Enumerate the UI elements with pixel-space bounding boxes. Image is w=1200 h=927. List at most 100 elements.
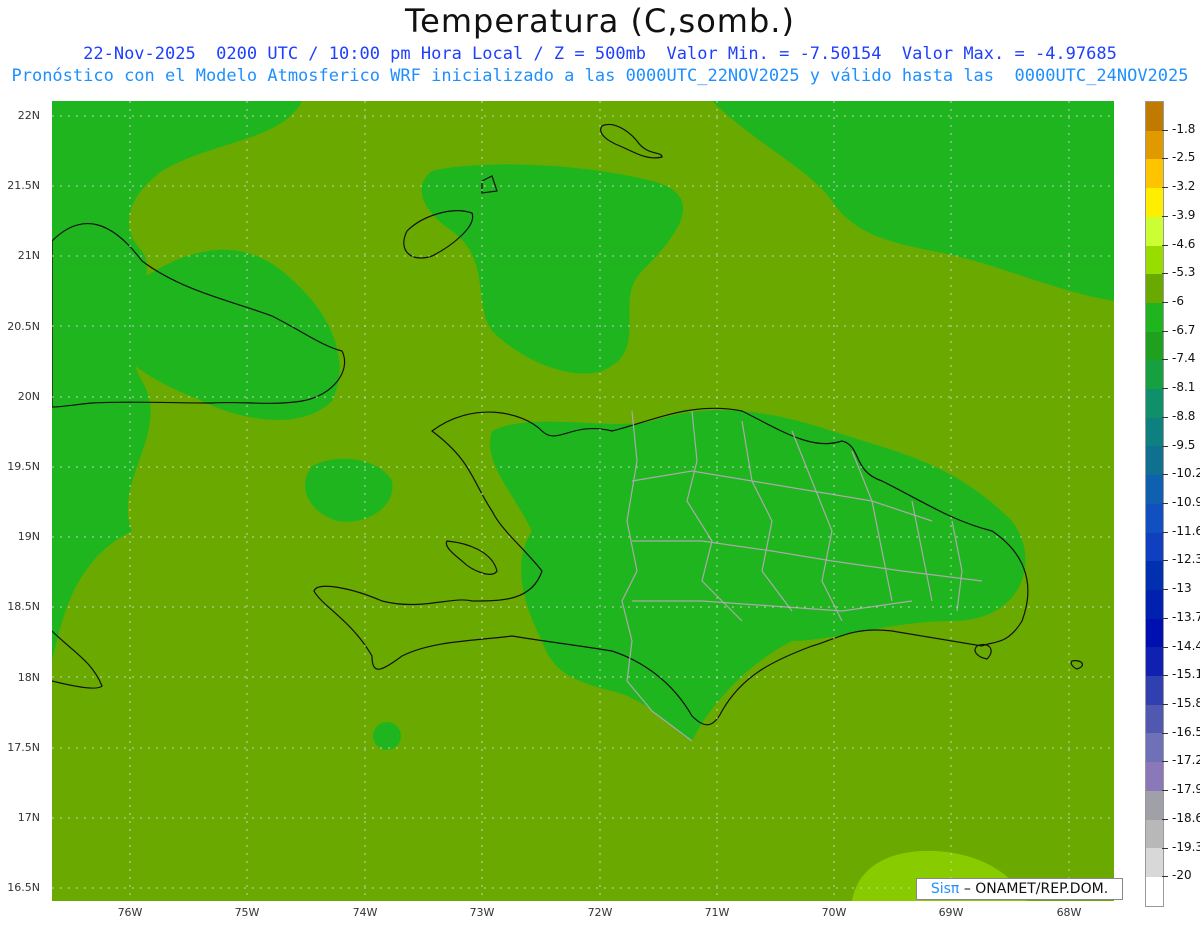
lat-label: 21.5N xyxy=(7,179,40,192)
colorbar-swatch xyxy=(1146,188,1163,217)
credit-box: Sisπ – ONAMET/REP.DOM. xyxy=(916,878,1123,900)
colorbar-swatch xyxy=(1146,762,1163,791)
credit-text: – ONAMET/REP.DOM. xyxy=(963,881,1109,897)
colorbar-tick xyxy=(1162,215,1168,217)
colorbar-swatch xyxy=(1146,102,1163,131)
colorbar-label: -8.1 xyxy=(1172,380,1196,395)
colorbar-swatch xyxy=(1146,245,1163,275)
colorbar-tick xyxy=(1162,359,1168,361)
colorbar-swatch xyxy=(1146,733,1163,763)
colorbar-swatch xyxy=(1146,676,1163,705)
colorbar-tick xyxy=(1162,416,1168,418)
colorbar-tick xyxy=(1162,876,1168,878)
colorbar-label: -3.2 xyxy=(1172,179,1196,194)
lon-label: 73W xyxy=(469,906,495,919)
colorbar-swatch xyxy=(1146,647,1163,677)
lat-label: 20.5N xyxy=(7,320,40,333)
lon-label: 70W xyxy=(821,906,847,919)
colorbar-swatch xyxy=(1146,302,1163,332)
colorbar-label: -3.9 xyxy=(1172,207,1196,222)
colorbar-tick xyxy=(1162,388,1168,390)
lat-label: 18N xyxy=(17,671,40,684)
colorbar-swatch xyxy=(1146,417,1163,447)
colorbar-label: -15.8 xyxy=(1172,696,1200,710)
colorbar-swatch xyxy=(1146,532,1163,562)
colorbar-tick xyxy=(1162,790,1168,792)
colorbar-label: -10.9 xyxy=(1172,495,1200,509)
colorbar-tick xyxy=(1162,302,1168,303)
colorbar-label: -9.5 xyxy=(1172,437,1196,452)
lat-label: 17.5N xyxy=(7,741,40,754)
colorbar-label: -1.8 xyxy=(1172,121,1196,136)
colorbar-swatch xyxy=(1146,876,1163,906)
colorbar-label: -8.8 xyxy=(1172,408,1196,423)
colorbar-label: -2.5 xyxy=(1172,150,1196,165)
colorbar-tick xyxy=(1162,847,1168,849)
colorbar-label: -17.2 xyxy=(1172,753,1200,768)
lat-label: 21N xyxy=(17,249,40,262)
colorbar-label: -16.5 xyxy=(1172,724,1200,739)
colorbar-tick xyxy=(1162,818,1168,820)
colorbar-swatch xyxy=(1146,589,1163,619)
colorbar-label: -6.7 xyxy=(1172,322,1196,337)
colorbar-swatch xyxy=(1146,130,1163,160)
map-panel xyxy=(52,101,1114,901)
colorbar-label: -11.6 xyxy=(1172,523,1200,538)
colorbar-tick xyxy=(1162,589,1168,591)
colorbar-label: -17.9 xyxy=(1172,782,1200,797)
lat-label: 18.5N xyxy=(7,600,40,613)
lon-label: 74W xyxy=(352,906,378,919)
colorbar xyxy=(1145,101,1164,907)
colorbar-label: -13 xyxy=(1172,581,1192,596)
colorbar-swatch xyxy=(1146,618,1163,648)
colorbar-swatch xyxy=(1146,790,1163,820)
colorbar-label: -5.3 xyxy=(1172,265,1196,280)
colorbar-tick xyxy=(1162,187,1168,189)
colorbar-tick xyxy=(1162,158,1168,160)
colorbar-swatch xyxy=(1146,274,1163,303)
lat-label: 17N xyxy=(17,811,40,824)
lon-label: 68W xyxy=(1056,906,1082,919)
colorbar-swatch xyxy=(1146,848,1163,877)
colorbar-tick xyxy=(1162,617,1168,619)
colorbar-swatch xyxy=(1146,819,1163,849)
colorbar-tick xyxy=(1162,531,1168,533)
colorbar-tick xyxy=(1162,646,1168,648)
colorbar-tick xyxy=(1162,675,1168,677)
colorbar-swatch xyxy=(1146,389,1163,418)
colorbar-swatch xyxy=(1146,475,1163,504)
colorbar-tick xyxy=(1162,129,1168,131)
colorbar-swatch xyxy=(1146,331,1163,361)
lat-label: 22N xyxy=(17,109,40,122)
colorbar-tick xyxy=(1162,761,1168,763)
colorbar-label: -19.3 xyxy=(1172,839,1200,854)
lon-label: 69W xyxy=(938,906,964,919)
colorbar-tick xyxy=(1162,474,1168,476)
colorbar-tick xyxy=(1162,560,1168,562)
colorbar-label: -7.4 xyxy=(1172,351,1196,366)
colorbar-label: -4.6 xyxy=(1172,236,1196,251)
colorbar-label: -18.6 xyxy=(1172,810,1200,825)
colorbar-label: -6 xyxy=(1172,294,1184,308)
lat-label: 20N xyxy=(17,390,40,403)
lon-label: 71W xyxy=(704,906,730,919)
lat-label: 19.5N xyxy=(7,460,40,473)
lon-label: 75W xyxy=(234,906,260,919)
colorbar-swatch xyxy=(1146,704,1163,734)
colorbar-tick xyxy=(1162,445,1168,447)
colorbar-label: -13.7 xyxy=(1172,609,1200,624)
map-subtitle-valid-time: 22-Nov-2025 0200 UTC / 10:00 pm Hora Loc… xyxy=(83,44,1117,64)
map-subtitle-model-info: Pronóstico con el Modelo Atmosferico WRF… xyxy=(11,66,1189,86)
colorbar-tick xyxy=(1162,704,1168,705)
colorbar-tick xyxy=(1162,273,1168,275)
colorbar-swatch xyxy=(1146,503,1163,533)
colorbar-swatch xyxy=(1146,159,1163,189)
temperature-map xyxy=(52,101,1114,901)
map-title: Temperatura (C,somb.) xyxy=(405,2,795,40)
lat-label: 19N xyxy=(17,530,40,543)
sis-logo-text: Sisπ xyxy=(930,881,960,897)
colorbar-label: -20 xyxy=(1172,868,1192,883)
colorbar-tick xyxy=(1162,244,1168,246)
colorbar-label: -10.2 xyxy=(1172,466,1200,481)
colorbar-tick xyxy=(1162,330,1168,332)
